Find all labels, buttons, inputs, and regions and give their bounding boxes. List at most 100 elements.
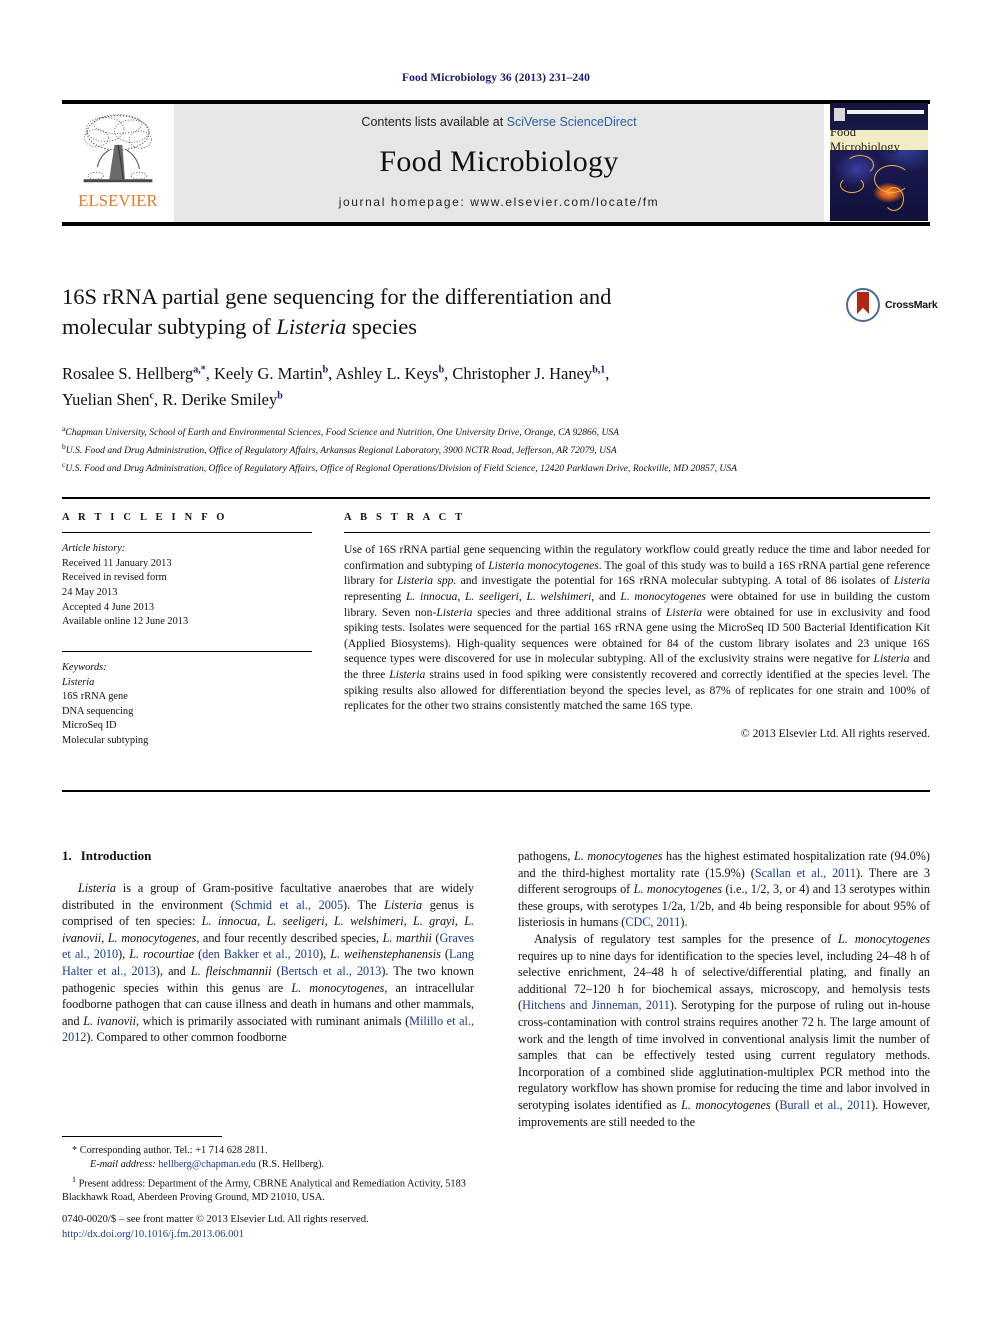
journal-title: Food Microbiology bbox=[379, 145, 619, 178]
abstract-text: Use of 16S rRNA partial gene sequencing … bbox=[344, 543, 931, 713]
affiliation-item: cU.S. Food and Drug Administration, Offi… bbox=[62, 458, 822, 476]
affiliation-item: bU.S. Food and Drug Administration, Offi… bbox=[62, 440, 822, 458]
body-column-left: 1. Introduction Listeria is a group of Gr… bbox=[62, 848, 474, 1046]
intro-paragraph-2: Analysis of regulatory test samples for … bbox=[518, 931, 930, 1129]
journal-homepage[interactable]: journal homepage: www.elsevier.com/locat… bbox=[339, 195, 660, 209]
masthead-rule-bottom bbox=[62, 222, 930, 226]
author-name: R. Derike Smiley bbox=[162, 390, 278, 409]
section-title: Introduction bbox=[80, 848, 152, 863]
author-item: Rosalee S. Hellberga,*, bbox=[62, 364, 214, 383]
title-line-2-post: species bbox=[346, 314, 417, 339]
footnote-block: * Corresponding author. Tel.: +1 714 628… bbox=[62, 1144, 474, 1205]
footnote-email: E-mail address: hellberg@chapman.edu (R.… bbox=[62, 1158, 474, 1172]
elsevier-logo: ELSEVIER bbox=[62, 104, 174, 222]
crossmark-badge[interactable]: CrossMark bbox=[846, 284, 942, 326]
author-name: Ashley L. Keys bbox=[335, 363, 439, 383]
paper-page: Food Microbiology 36 (2013) 231–240 ELSE… bbox=[0, 0, 992, 1323]
keyword-list: Keywords: Listeria 16S rRNA gene DNA seq… bbox=[62, 661, 312, 749]
elsevier-wordmark: ELSEVIER bbox=[78, 191, 158, 210]
keyword-item: Molecular subtyping bbox=[62, 734, 149, 746]
history-item: Received in revised form bbox=[62, 572, 167, 584]
article-history: Article history: Received 11 January 201… bbox=[62, 542, 312, 630]
title-line-2-pre: molecular subtyping of bbox=[62, 314, 277, 339]
title-line-1: 16S rRNA partial gene sequencing for the… bbox=[62, 284, 612, 309]
section-number: 1. bbox=[62, 848, 72, 863]
front-matter-block: 0740-0020/$ – see front matter © 2013 El… bbox=[62, 1213, 562, 1242]
contents-prefix: Contents lists available at bbox=[361, 115, 507, 129]
journal-band: Contents lists available at SciVerse Sci… bbox=[174, 104, 824, 222]
email-suffix: (R.S. Hellberg). bbox=[255, 1159, 325, 1170]
history-item: Available online 12 June 2013 bbox=[62, 616, 189, 628]
author-item: R. Derike Smileyb bbox=[162, 390, 283, 409]
affiliation-text: U.S. Food and Drug Administration, Offic… bbox=[65, 444, 617, 456]
history-item: Received 11 January 2013 bbox=[62, 557, 172, 569]
cover-strand-3 bbox=[840, 177, 864, 193]
keyword-item: Listeria bbox=[62, 676, 95, 688]
article-info-divider bbox=[62, 532, 312, 534]
affiliation-text: Chapman University, School of Earth and … bbox=[65, 427, 620, 439]
title-genus: Listeria bbox=[276, 314, 347, 339]
cover-strand-1 bbox=[846, 155, 874, 175]
section-heading-introduction: 1. Introduction bbox=[62, 848, 474, 864]
footnote-marker: 1 bbox=[72, 1175, 76, 1184]
cover-title: Food Microbiology bbox=[830, 125, 928, 154]
present-address-text: Present address: Department of the Army,… bbox=[62, 1178, 466, 1204]
cover-topbar bbox=[847, 110, 924, 114]
author-affil-marker: b bbox=[277, 390, 283, 402]
article-info-panel: A R T I C L E I N F O Article history: R… bbox=[62, 512, 312, 749]
affiliation-item: aChapman University, School of Earth and… bbox=[62, 422, 822, 440]
abstract-divider bbox=[344, 532, 930, 534]
doi-link[interactable]: http://dx.doi.org/10.1016/j.fm.2013.06.0… bbox=[62, 1228, 562, 1243]
email-link[interactable]: hellberg@chapman.edu bbox=[158, 1159, 256, 1170]
elsevier-tree-icon bbox=[83, 114, 153, 183]
cover-publisher-mark-icon bbox=[834, 108, 845, 121]
affiliation-text: U.S. Food and Drug Administration, Offic… bbox=[65, 462, 737, 474]
front-matter-line: 0740-0020/$ – see front matter © 2013 El… bbox=[62, 1214, 369, 1225]
author-name: Christopher J. Haney bbox=[452, 363, 593, 383]
contents-line: Contents lists available at SciVerse Sci… bbox=[361, 115, 636, 129]
author-affil-marker: b,1 bbox=[592, 364, 606, 375]
cover-strand-4 bbox=[884, 187, 904, 211]
footnote-present-address: 1 Present address: Department of the Arm… bbox=[62, 1173, 474, 1205]
affiliation-list: aChapman University, School of Earth and… bbox=[62, 422, 822, 475]
abstract-copyright: © 2013 Elsevier Ltd. All rights reserved… bbox=[740, 726, 930, 740]
author-item: Keely G. Martinb, bbox=[214, 364, 336, 383]
keyword-item: DNA sequencing bbox=[62, 705, 134, 717]
author-item: Christopher J. Haneyb,1, bbox=[452, 364, 609, 383]
info-section-rule bbox=[62, 497, 930, 499]
journal-cover: Food Microbiology bbox=[830, 103, 930, 222]
abstract-section-rule bbox=[62, 790, 930, 792]
title-block: 16S rRNA partial gene sequencing for the… bbox=[62, 282, 822, 475]
footnote-corresponding-author: * Corresponding author. Tel.: +1 714 628… bbox=[72, 1145, 268, 1156]
author-item: Yuelian Shenc, bbox=[62, 390, 162, 409]
crossmark-icon bbox=[846, 288, 880, 322]
running-head: Food Microbiology 36 (2013) 231–240 bbox=[402, 72, 590, 84]
sciencedirect-link[interactable]: SciVerse ScienceDirect bbox=[507, 115, 637, 129]
author-name: Yuelian Shen bbox=[62, 390, 150, 409]
abstract-heading: A B S T R A C T bbox=[344, 512, 466, 523]
author-sep: , bbox=[153, 390, 163, 409]
author-sep: , bbox=[205, 363, 214, 383]
intro-paragraph-1-part-b: pathogens, L. monocytogenes has the high… bbox=[518, 849, 931, 930]
article-history-label: Article history: bbox=[62, 543, 126, 555]
journal-cover-image: Food Microbiology bbox=[830, 103, 928, 221]
crossmark-ribbon-icon bbox=[857, 292, 869, 314]
crossmark-label: CrossMark bbox=[885, 299, 938, 311]
page-title: 16S rRNA partial gene sequencing for the… bbox=[62, 282, 822, 342]
author-name: Rosalee S. Hellberg bbox=[62, 363, 194, 383]
keyword-item: MicroSeq ID bbox=[62, 720, 117, 732]
author-item: Ashley L. Keysb, bbox=[335, 364, 452, 383]
keyword-item: 16S rRNA gene bbox=[62, 691, 128, 703]
footnote-rule bbox=[62, 1136, 222, 1137]
author-name: Keely G. Martin bbox=[213, 363, 323, 383]
article-info-heading: A R T I C L E I N F O bbox=[62, 512, 228, 523]
body-column-right: pathogens, L. monocytogenes has the high… bbox=[518, 848, 930, 1130]
intro-paragraph-1-part-a: Listeria is a group of Gram-positive fac… bbox=[62, 881, 475, 1045]
journal-masthead: ELSEVIER Contents lists available at Sci… bbox=[62, 100, 930, 226]
history-item: 24 May 2013 bbox=[62, 586, 118, 598]
keywords-label: Keywords: bbox=[62, 661, 107, 673]
author-sep: , bbox=[605, 363, 610, 383]
abstract-panel: A B S T R A C T Use of 16S rRNA partial … bbox=[344, 512, 930, 740]
history-item: Accepted 4 June 2013 bbox=[62, 601, 155, 613]
author-list: Rosalee S. Hellberga,*, Keely G. Martinb… bbox=[62, 358, 822, 411]
